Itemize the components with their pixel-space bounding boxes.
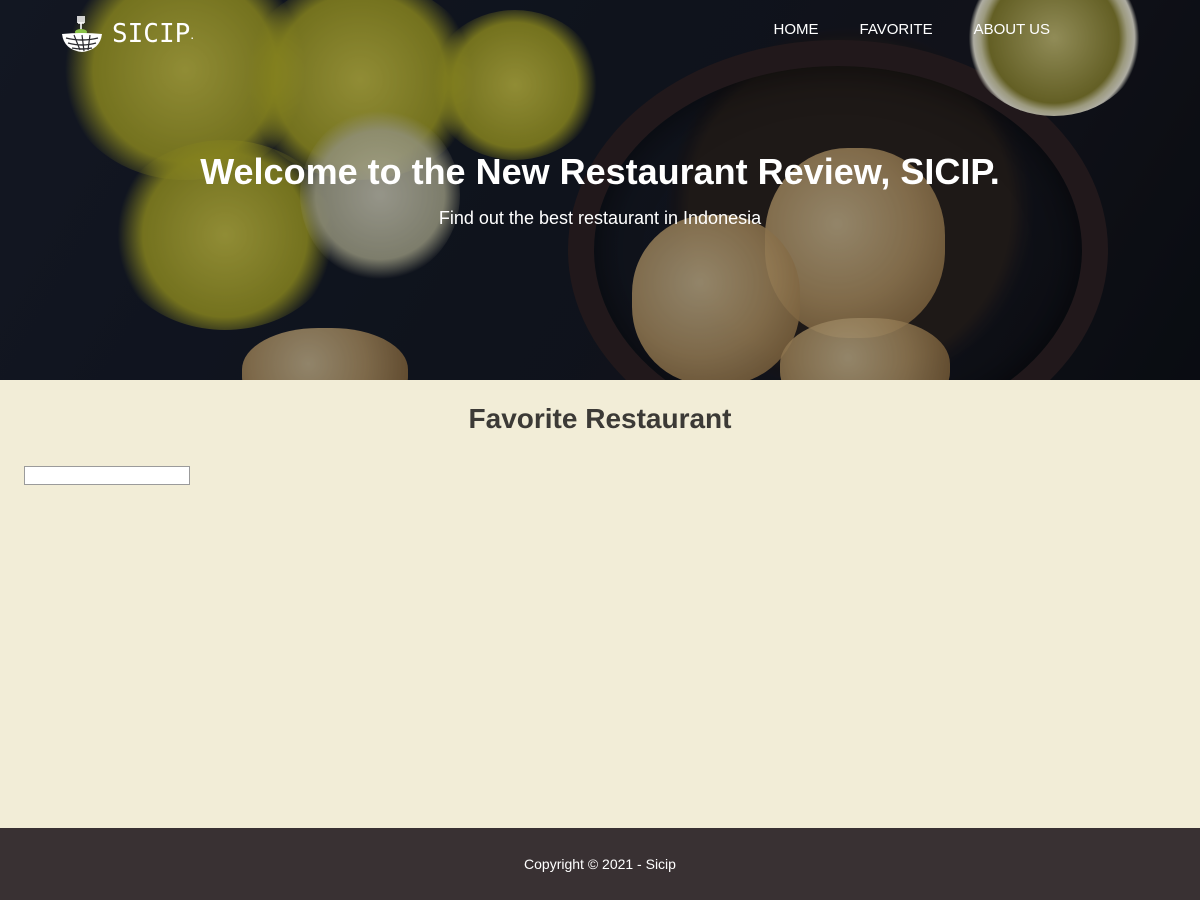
nav-link-home[interactable]: HOME [774, 20, 819, 40]
navbar: SICIP. HOME FAVORITE ABOUT US [0, 0, 1200, 68]
nav-links: HOME FAVORITE ABOUT US [774, 20, 1050, 40]
bowl-fork-icon [62, 16, 102, 52]
brand-dot: . [190, 26, 195, 42]
footer-copyright: Copyright © 2021 - Sicip [524, 856, 676, 872]
hero-subtitle: Find out the best restaurant in Indonesi… [438, 208, 762, 228]
favorite-restaurant-list [24, 466, 190, 485]
nav-link-favorite[interactable]: FAVORITE [860, 20, 933, 40]
hero-title: Welcome to the New Restaurant Review, SI… [200, 151, 1000, 192]
favorite-section-title: Favorite Restaurant [468, 403, 732, 434]
nav-link-about-us[interactable]: ABOUT US [974, 20, 1050, 40]
brand-name: SICIP [112, 19, 191, 49]
brand-logo-link[interactable]: SICIP. [60, 12, 194, 56]
footer: Copyright © 2021 - Sicip [0, 828, 1200, 900]
main-content: Favorite Restaurant [0, 380, 1200, 828]
hero-banner: SICIP. HOME FAVORITE ABOUT US Welcome to… [0, 0, 1200, 380]
